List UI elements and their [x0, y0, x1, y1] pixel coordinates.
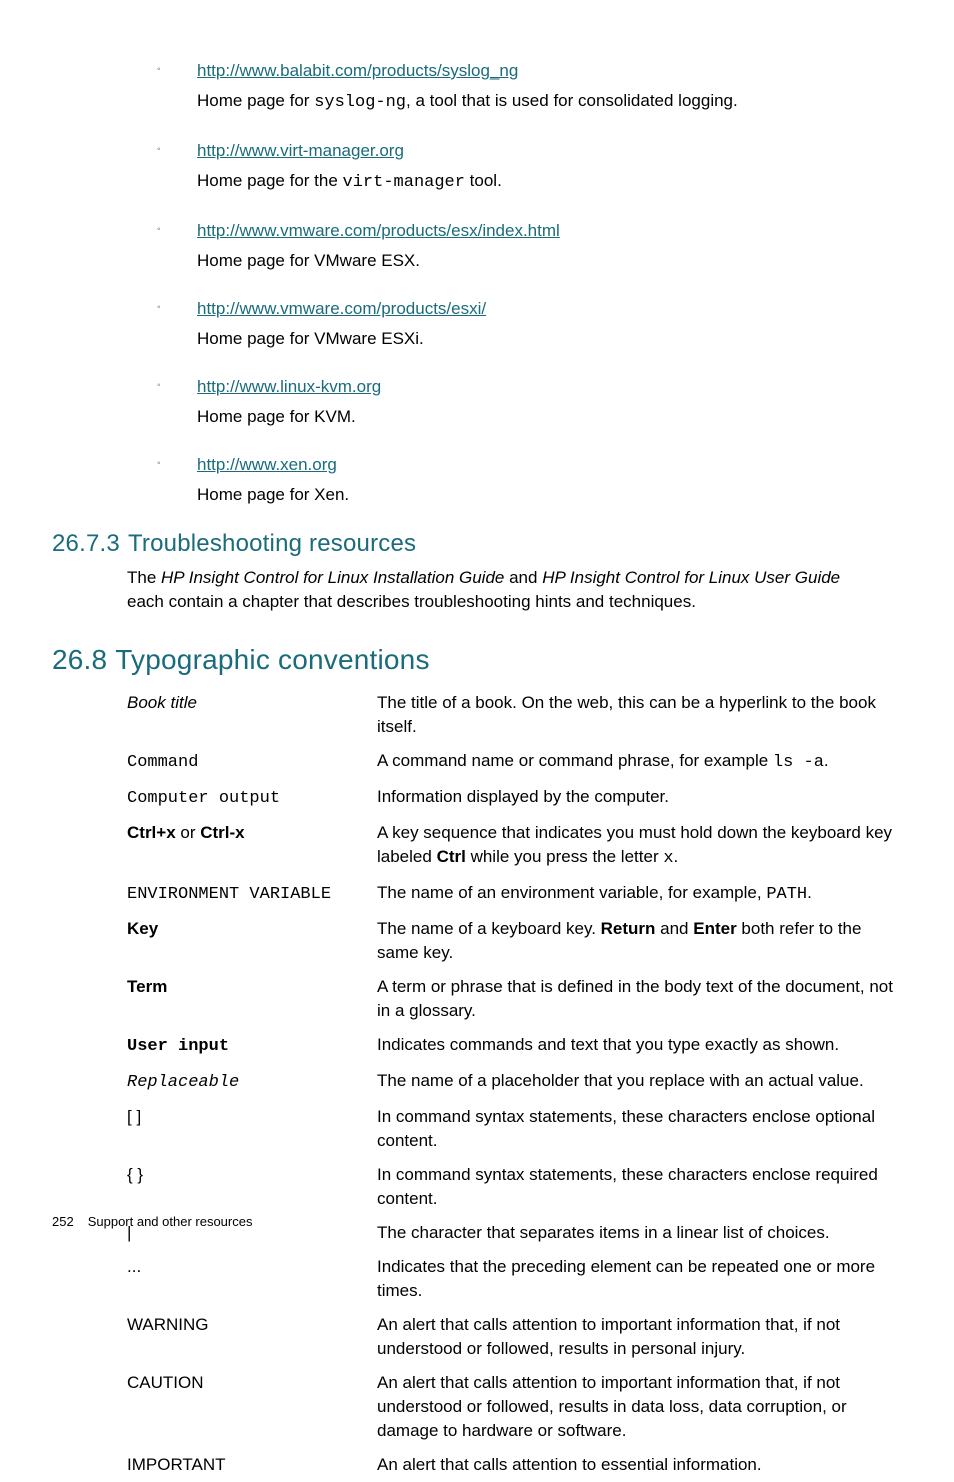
bullet-body: http://www.vmware.com/products/esxi/Home…	[197, 296, 486, 352]
convention-row: Book titleThe title of a book. On the we…	[127, 686, 904, 744]
bullet-icon: ◦	[157, 58, 197, 116]
page-footer: 252 Support and other resources	[52, 1214, 252, 1229]
convention-definition: The character that separates items in a …	[377, 1221, 904, 1245]
convention-term: Command	[127, 749, 377, 775]
convention-definition: A command name or command phrase, for ex…	[377, 749, 904, 775]
convention-row: WARNINGAn alert that calls attention to …	[127, 1308, 904, 1366]
page: ◦http://www.balabit.com/products/syslog_…	[0, 0, 954, 1271]
conventions-table: Book titleThe title of a book. On the we…	[127, 686, 904, 1482]
convention-definition: The name of a placeholder that you repla…	[377, 1069, 904, 1093]
bullet-item: ◦http://www.xen.org Home page for Xen.	[157, 452, 904, 508]
bullet-icon: ◦	[157, 138, 197, 196]
external-link[interactable]: http://www.vmware.com/products/esxi/	[197, 299, 486, 318]
bullet-body: http://www.virt-manager.org Home page for…	[197, 138, 502, 196]
external-link[interactable]: http://www.xen.org	[197, 455, 337, 474]
bullet-icon: ◦	[157, 452, 197, 508]
convention-term: Ctrl+x or Ctrl-x	[127, 821, 377, 845]
convention-term: ...	[127, 1255, 377, 1279]
bullet-body: http://www.xen.org Home page for Xen.	[197, 452, 349, 508]
heading-title: Troubleshooting resources	[128, 530, 416, 557]
section-26-7-3-heading: 26.7.3 Troubleshooting resources	[52, 530, 904, 558]
convention-term: ENVIRONMENT VARIABLE	[127, 881, 377, 907]
convention-definition: An alert that calls attention to importa…	[377, 1371, 904, 1443]
bullet-item: ◦http://www.vmware.com/products/esx/inde…	[157, 218, 904, 274]
bullet-body: http://www.balabit.com/products/syslog_n…	[197, 58, 738, 116]
convention-definition: An alert that calls attention to essenti…	[377, 1453, 904, 1477]
convention-row: TermA term or phrase that is defined in …	[127, 970, 904, 1028]
bullet-item: ◦http://www.balabit.com/products/syslog_…	[157, 58, 904, 116]
heading-number: 26.8	[52, 644, 107, 675]
bullet-description: Home page for Xen.	[197, 482, 349, 508]
bullet-description: Home page for KVM.	[197, 404, 381, 430]
section-26-7-3-paragraph: The HP Insight Control for Linux Install…	[127, 566, 904, 614]
convention-row: IMPORTANTAn alert that calls attention t…	[127, 1448, 904, 1482]
convention-term: Term	[127, 975, 377, 999]
heading-title: Typographic conventions	[115, 644, 429, 675]
convention-term: WARNING	[127, 1313, 377, 1337]
convention-term: Book title	[127, 691, 377, 715]
bullet-item: ◦http://www.virt-manager.org Home page fo…	[157, 138, 904, 196]
convention-definition: Indicates commands and text that you typ…	[377, 1033, 904, 1057]
external-link[interactable]: http://www.balabit.com/products/syslog_n…	[197, 61, 518, 80]
external-link[interactable]: http://www.vmware.com/products/esx/index…	[197, 221, 560, 240]
convention-definition: An alert that calls attention to importa…	[377, 1313, 904, 1361]
convention-term: CAUTION	[127, 1371, 377, 1395]
convention-term: Computer output	[127, 785, 377, 811]
external-link[interactable]: http://www.virt-manager.org	[197, 141, 404, 160]
heading-number: 26.7.3	[52, 530, 120, 557]
convention-definition: A term or phrase that is defined in the …	[377, 975, 904, 1023]
bullet-body: http://www.linux-kvm.org Home page for KV…	[197, 374, 381, 430]
section-26-8-heading: 26.8 Typographic conventions	[52, 644, 904, 676]
convention-row: ...Indicates that the preceding element …	[127, 1250, 904, 1308]
convention-row: { }In command syntax statements, these c…	[127, 1158, 904, 1216]
convention-row: KeyThe name of a keyboard key. Return an…	[127, 912, 904, 970]
convention-term: IMPORTANT	[127, 1453, 377, 1477]
convention-row: Computer outputInformation displayed by …	[127, 780, 904, 816]
bullet-description: Home page for the virt-manager tool.	[197, 168, 502, 196]
convention-row: Ctrl+x or Ctrl-xA key sequence that indi…	[127, 816, 904, 876]
bullet-description: Home page for VMware ESXi.	[197, 326, 486, 352]
convention-definition: Indicates that the preceding element can…	[377, 1255, 904, 1303]
convention-definition: In command syntax statements, these char…	[377, 1105, 904, 1153]
bullet-body: http://www.vmware.com/products/esx/index…	[197, 218, 560, 274]
bullet-icon: ◦	[157, 218, 197, 274]
bullet-icon: ◦	[157, 296, 197, 352]
bullet-item: ◦http://www.linux-kvm.org Home page for K…	[157, 374, 904, 430]
bullet-item: ◦http://www.vmware.com/products/esxi/Hom…	[157, 296, 904, 352]
footer-title: Support and other resources	[88, 1214, 253, 1229]
convention-row: User inputIndicates commands and text th…	[127, 1028, 904, 1064]
convention-row: ENVIRONMENT VARIABLEThe name of an envir…	[127, 876, 904, 912]
convention-row: [ ]In command syntax statements, these c…	[127, 1100, 904, 1158]
convention-definition: The name of an environment variable, for…	[377, 881, 904, 907]
convention-definition: The name of a keyboard key. Return and E…	[377, 917, 904, 965]
convention-row: ReplaceableThe name of a placeholder tha…	[127, 1064, 904, 1100]
bullet-description: Home page for VMware ESX.	[197, 248, 560, 274]
convention-term: [ ]	[127, 1105, 377, 1129]
convention-term: User input	[127, 1033, 377, 1059]
link-bullet-list: ◦http://www.balabit.com/products/syslog_…	[157, 58, 904, 508]
convention-term: Replaceable	[127, 1069, 377, 1095]
convention-definition: In command syntax statements, these char…	[377, 1163, 904, 1211]
convention-row: CommandA command name or command phrase,…	[127, 744, 904, 780]
external-link[interactable]: http://www.linux-kvm.org	[197, 377, 381, 396]
bullet-description: Home page for syslog-ng, a tool that is …	[197, 88, 738, 116]
bullet-icon: ◦	[157, 374, 197, 430]
page-number: 252	[52, 1214, 74, 1229]
convention-row: CAUTIONAn alert that calls attention to …	[127, 1366, 904, 1448]
convention-definition: A key sequence that indicates you must h…	[377, 821, 904, 871]
convention-term: Key	[127, 917, 377, 941]
convention-term: { }	[127, 1163, 377, 1187]
convention-definition: The title of a book. On the web, this ca…	[377, 691, 904, 739]
convention-definition: Information displayed by the computer.	[377, 785, 904, 809]
